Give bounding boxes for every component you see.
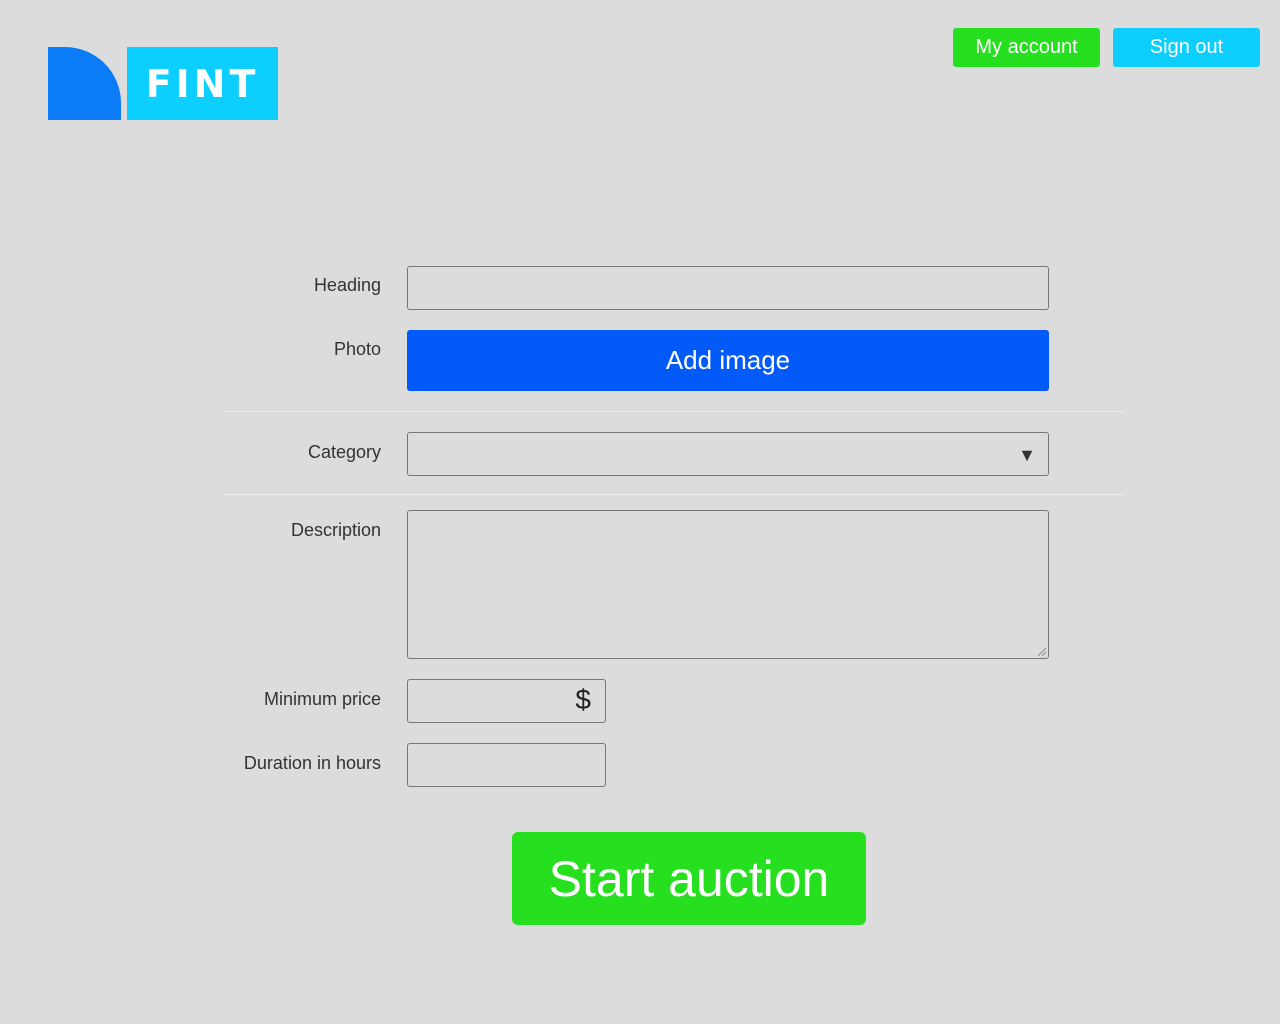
add-image-button[interactable]: Add image bbox=[407, 330, 1049, 391]
dropdown-arrow-icon: ▼ bbox=[1018, 445, 1036, 465]
divider bbox=[224, 411, 1124, 412]
my-account-button[interactable]: My account bbox=[953, 28, 1100, 67]
logo-wordmark: FINT bbox=[127, 47, 278, 120]
category-label: Category bbox=[307, 442, 381, 462]
divider bbox=[224, 494, 1124, 495]
minimum-price-input[interactable]: $ bbox=[407, 679, 606, 723]
description-label: Description bbox=[290, 520, 381, 540]
minimum-price-label: Minimum price bbox=[263, 689, 381, 709]
sign-out-button[interactable]: Sign out bbox=[1113, 28, 1260, 67]
dollar-icon: $ bbox=[575, 684, 591, 715]
heading-input[interactable] bbox=[407, 266, 1049, 310]
start-auction-button[interactable]: Start auction bbox=[512, 832, 866, 925]
description-textarea[interactable] bbox=[407, 510, 1049, 659]
photo-label: Photo bbox=[333, 339, 381, 359]
resize-handle-icon[interactable] bbox=[1035, 645, 1047, 657]
category-select[interactable]: ▼ bbox=[407, 432, 1049, 476]
duration-input[interactable] bbox=[407, 743, 606, 787]
app-logo[interactable]: FINT bbox=[48, 47, 278, 120]
heading-label: Heading bbox=[313, 275, 381, 295]
logo-mark-icon bbox=[48, 47, 121, 120]
duration-label: Duration in hours bbox=[243, 753, 381, 773]
